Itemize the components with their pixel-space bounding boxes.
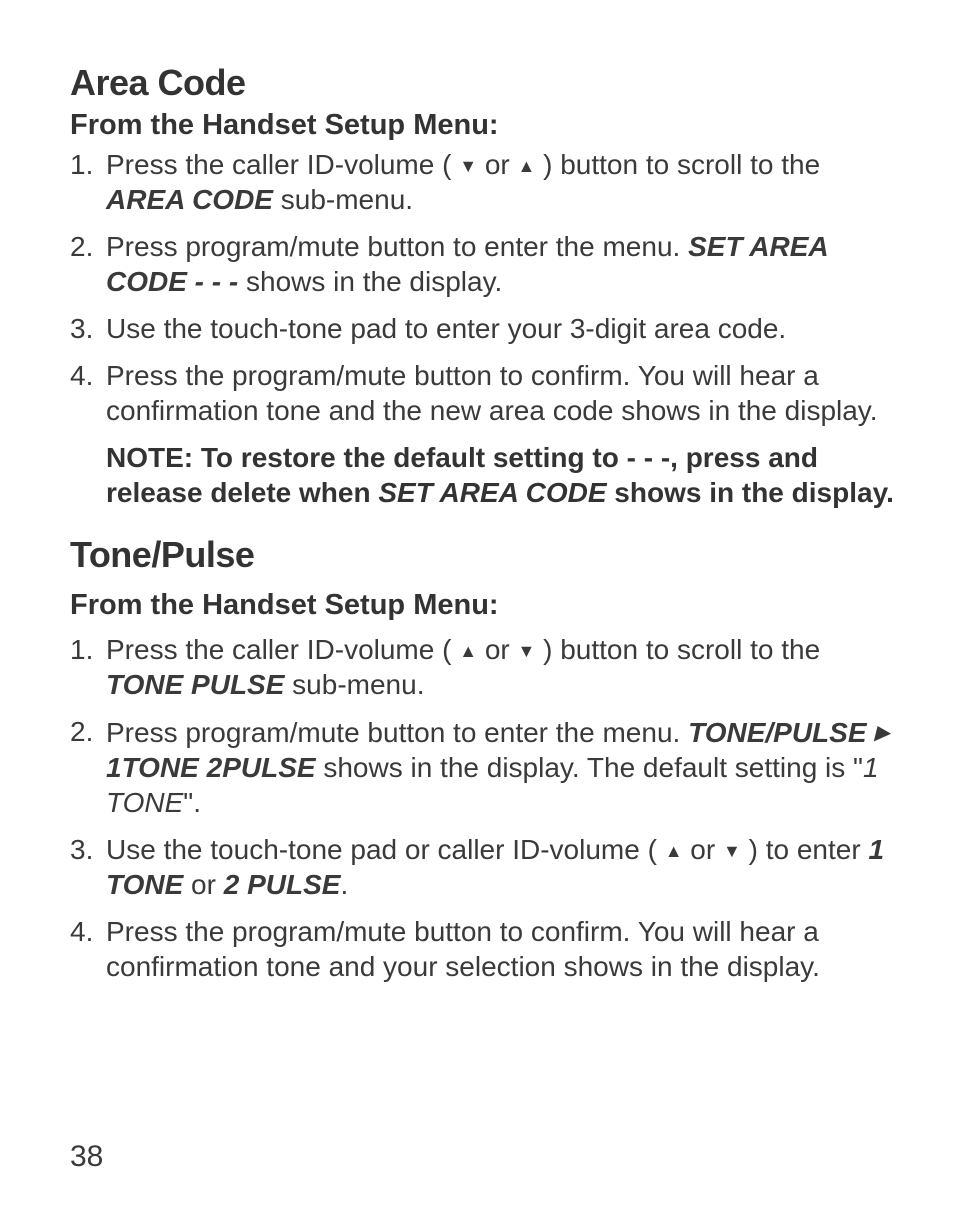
- area-code-heading: Area Code: [70, 60, 894, 105]
- step-text: sub-menu.: [284, 669, 424, 700]
- menu-term: TONE/PULSE: [688, 717, 874, 748]
- menu-term: AREA CODE: [106, 184, 273, 215]
- step-text: or: [477, 634, 517, 665]
- up-arrow-icon: ▲: [665, 840, 683, 863]
- step-text: Press program/mute button to enter the m…: [106, 231, 688, 262]
- list-item: Press the program/mute button to confirm…: [70, 914, 894, 984]
- step-text: ".: [183, 787, 201, 818]
- area-code-subhead: From the Handset Setup Menu:: [70, 107, 894, 143]
- step-text: Press the caller ID-volume (: [106, 149, 459, 180]
- step-text: Press the caller ID-volume (: [106, 634, 459, 665]
- list-item: Press program/mute button to enter the m…: [70, 229, 894, 299]
- step-text: .: [340, 869, 348, 900]
- down-arrow-icon: ▼: [723, 840, 741, 863]
- step-text: Press the program/mute button to confirm…: [106, 360, 878, 426]
- step-text: or: [683, 834, 723, 865]
- down-arrow-icon: ▼: [518, 640, 536, 663]
- step-text: or: [477, 149, 517, 180]
- step-text: Press the program/mute button to confirm…: [106, 916, 820, 982]
- list-item: Press the program/mute button to confirm…: [70, 358, 894, 428]
- right-arrow-icon: ▸: [874, 714, 888, 749]
- up-arrow-icon: ▲: [518, 155, 536, 178]
- step-text: ) button to scroll to the: [535, 149, 820, 180]
- menu-term: TONE PULSE: [106, 669, 284, 700]
- list-item: Press the caller ID-volume ( ▲ or ▼ ) bu…: [70, 632, 894, 702]
- step-text: shows in the display.: [238, 266, 502, 297]
- step-text: Use the touch-tone pad to enter your 3-d…: [106, 313, 786, 344]
- menu-term: 2 PULSE: [224, 869, 341, 900]
- step-text: ) to enter: [741, 834, 869, 865]
- tone-pulse-heading: Tone/Pulse: [70, 532, 894, 577]
- step-text: Use the touch-tone pad or caller ID-volu…: [106, 834, 665, 865]
- tone-pulse-steps: Press the caller ID-volume ( ▲ or ▼ ) bu…: [70, 632, 894, 984]
- area-code-note: NOTE: To restore the default setting to …: [70, 440, 894, 510]
- list-item: Use the touch-tone pad to enter your 3-d…: [70, 311, 894, 346]
- note-text: shows in the display.: [607, 477, 894, 508]
- step-text: sub-menu.: [273, 184, 413, 215]
- step-text: Press program/mute button to enter the m…: [106, 717, 688, 748]
- up-arrow-icon: ▲: [459, 640, 477, 663]
- step-text: ) button to scroll to the: [535, 634, 820, 665]
- list-item: Press the caller ID-volume ( ▼ or ▲ ) bu…: [70, 147, 894, 217]
- menu-term: 1TONE 2PULSE: [106, 752, 316, 783]
- list-item: Use the touch-tone pad or caller ID-volu…: [70, 832, 894, 902]
- tone-pulse-subhead: From the Handset Setup Menu:: [70, 587, 894, 623]
- step-text: shows in the display. The default settin…: [316, 752, 863, 783]
- area-code-steps: Press the caller ID-volume ( ▼ or ▲ ) bu…: [70, 147, 894, 428]
- page-number: 38: [70, 1138, 103, 1176]
- down-arrow-icon: ▼: [459, 155, 477, 178]
- step-text: or: [183, 869, 223, 900]
- menu-term: SET AREA CODE: [378, 477, 606, 508]
- list-item: Press program/mute button to enter the m…: [70, 714, 894, 820]
